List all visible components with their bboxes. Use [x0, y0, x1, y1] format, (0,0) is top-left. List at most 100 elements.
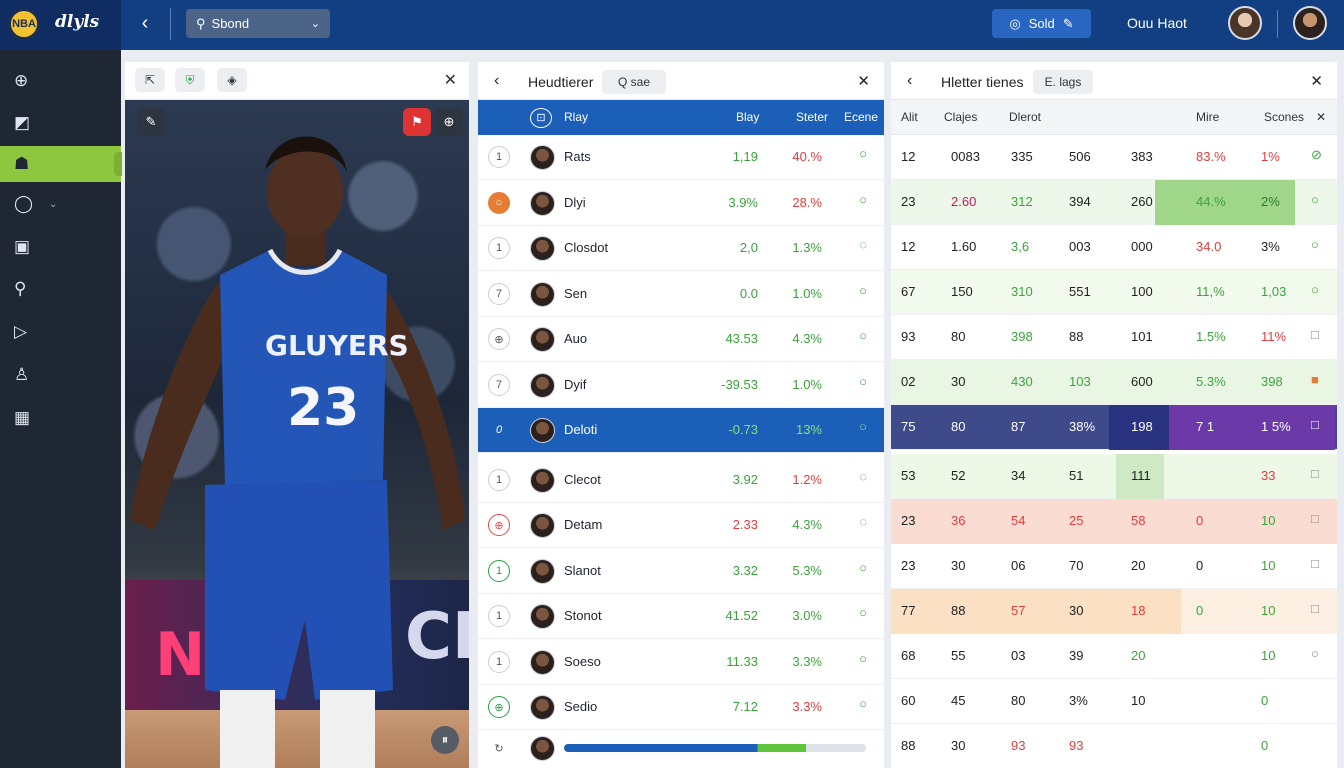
table-row[interactable]: 23 36 54 25 58 0 10 □ [891, 499, 1337, 544]
pause-button[interactable]: ⏸ [431, 726, 459, 754]
flag-icon: ⚑ [411, 114, 423, 129]
table-row[interactable]: 60 45 80 3% 10 0 [891, 679, 1337, 724]
row-action-icon[interactable]: □ [1311, 601, 1319, 616]
column-header[interactable]: Clajes [944, 110, 977, 124]
flag-button[interactable]: ⚑ [403, 108, 431, 136]
table-row[interactable]: 23 30 06 70 20 0 10 □ [891, 544, 1337, 589]
stat-cell: 600 [1131, 374, 1153, 389]
status-icon[interactable]: ○ [859, 651, 867, 666]
chevron-left-icon[interactable]: ‹ [907, 72, 912, 90]
table-row[interactable]: 1 Slanot 3.32 5.3% ○ [478, 549, 884, 594]
table-row[interactable]: ⊕ Auo 43.53 4.3% ○ [478, 317, 884, 362]
chevron-left-icon[interactable]: ‹ [494, 72, 499, 90]
column-header-ecene[interactable]: Ecene [844, 110, 878, 124]
sidebar-item-play[interactable]: ▷ [0, 314, 121, 350]
row-action-icon[interactable]: ⊘ [1311, 147, 1322, 163]
table-row[interactable]: 7 Dyif -39.53 1.0% ○ [478, 363, 884, 408]
back-button[interactable]: ‹ [132, 10, 158, 36]
table-row[interactable]: 1 Stonot 41.52 3.0% ○ [478, 594, 884, 639]
table-row[interactable]: 12 0083 335 506 383 83.% 1% ⊘ [891, 135, 1337, 180]
search-dropdown[interactable]: ⚲ Sbond ⌄ [186, 9, 330, 38]
row-action-icon[interactable]: □ [1311, 417, 1319, 432]
column-header-player[interactable]: Rlay [564, 110, 588, 124]
status-icon[interactable]: ○ [859, 328, 867, 343]
status-icon[interactable]: ○ [859, 283, 867, 298]
column-header[interactable]: Alit [901, 110, 918, 124]
close-icon[interactable]: ✕ [444, 70, 457, 90]
table-row[interactable]: 93 80 398 88 101 1.5% 11% □ [891, 315, 1337, 360]
status-icon[interactable]: ◌ [859, 469, 867, 484]
column-header[interactable]: Mire [1196, 110, 1219, 124]
sidebar-item-search[interactable]: ⚲ [0, 271, 121, 307]
stat-cell: 003 [1069, 239, 1091, 254]
avatar[interactable] [1293, 6, 1327, 40]
avatar [530, 191, 555, 216]
table-row[interactable]: 67 150 310 551 100 11,% 1,03 ○ [891, 270, 1337, 315]
row-action-icon[interactable]: □ [1311, 466, 1319, 481]
column-header[interactable]: Scones [1264, 110, 1304, 124]
sidebar-item-plus-circle[interactable]: ⊕ [0, 63, 121, 99]
row-action-icon[interactable]: ○ [1311, 237, 1319, 252]
column-header[interactable]: Dlerot [1009, 110, 1041, 124]
status-icon[interactable]: ○ [859, 192, 867, 207]
pin-button[interactable]: ✎ [137, 108, 165, 136]
table-row[interactable]: 23 2.60 312 394 260 44.% 2% ○ [891, 180, 1337, 225]
sidebar-item-refresh[interactable]: ◯ ⌄ [0, 186, 121, 222]
column-header-steter[interactable]: Steter [796, 110, 828, 124]
avatar[interactable] [1228, 6, 1262, 40]
close-icon[interactable]: ✕ [1310, 72, 1323, 90]
sidebar-item-calendar[interactable]: ▣ [0, 229, 121, 265]
table-row[interactable]: 1 Closdot 2,0 1.3% ◌ [478, 226, 884, 271]
stat-cell: 70 [1069, 558, 1084, 573]
shield-button[interactable]: ⛨ [175, 68, 205, 92]
pin-icon: ✎ [145, 114, 157, 129]
table-row[interactable]: 0 Deloti -0.73 13% ○ [478, 408, 884, 453]
status-icon[interactable]: ○ [859, 419, 867, 434]
row-action-icon[interactable]: ○ [1311, 646, 1319, 661]
close-icon[interactable]: ✕ [857, 72, 870, 90]
table-row[interactable]: 12 1.60 3,6 003 000 34.0 3% ○ [891, 225, 1337, 270]
status-icon[interactable]: ◌ [859, 514, 867, 529]
table-row[interactable]: ↻ [478, 726, 884, 768]
table-row[interactable]: 53 52 34 51 111 33 □ [891, 454, 1337, 499]
table-row[interactable]: ○ Dlyi 3.9% 28.% ○ [478, 181, 884, 226]
sidebar-item-team[interactable]: ☗ [0, 146, 122, 182]
sidebar-item-edit[interactable]: ◩ [0, 105, 121, 141]
row-action-icon[interactable]: ■ [1311, 372, 1319, 387]
table-row[interactable]: 02 30 430 103 600 5.3% 398 ■ [891, 360, 1337, 405]
table-row[interactable]: ⊕ Sedio 7.12 3.3% ○ [478, 685, 884, 730]
sidebar-item-user[interactable]: ♙ [0, 357, 121, 393]
status-icon[interactable]: ○ [859, 374, 867, 389]
status-icon[interactable]: ○ [859, 560, 867, 575]
table-row[interactable]: 68 55 03 39 20 10 ○ [891, 634, 1337, 679]
row-action-icon[interactable]: ○ [1311, 192, 1319, 207]
row-action-icon[interactable]: ○ [1311, 282, 1319, 297]
table-row[interactable]: 1 Rats 1,19 40.% ○ [478, 135, 884, 180]
table-row[interactable]: 77 88 57 30 18 0 10 □ [891, 589, 1337, 634]
sidebar-item-grid[interactable]: ▦ [0, 400, 121, 436]
stat-cell: 11,% [1196, 284, 1225, 299]
status-icon[interactable]: ◌ [859, 237, 867, 252]
row-action-icon[interactable]: □ [1311, 556, 1319, 571]
stat-cell: 398 [1011, 329, 1033, 344]
badge-button[interactable]: ◈ [217, 68, 247, 92]
expand-button[interactable]: ⇱ [135, 68, 165, 92]
target-button[interactable]: ⊕ [435, 108, 463, 136]
column-header-blay[interactable]: Blay [736, 110, 759, 124]
table-row[interactable]: 1 Soeso 11.33 3.3% ○ [478, 640, 884, 685]
status-icon[interactable]: ○ [859, 696, 867, 711]
row-action-icon[interactable]: □ [1311, 327, 1319, 342]
stat-cell: 10 [1261, 648, 1276, 663]
table-row[interactable]: 88 30 93 93 0 [891, 724, 1337, 768]
close-icon[interactable]: ✕ [1316, 110, 1326, 124]
table-row[interactable]: ⊕ Detam 2.33 4.3% ◌ [478, 503, 884, 548]
row-action-icon[interactable]: □ [1311, 511, 1319, 526]
status-icon[interactable]: ○ [859, 146, 867, 161]
status-icon[interactable]: ○ [859, 605, 867, 620]
table-row[interactable]: 1 Clecot 3.92 1.2% ◌ [478, 458, 884, 503]
panel-tag[interactable]: Q sae [602, 70, 666, 94]
panel-tag[interactable]: E. lags [1033, 70, 1093, 94]
table-row[interactable]: 75 80 87 38% 198 7 1 1 5% □ [891, 405, 1337, 450]
table-row[interactable]: 7 Sen 0.0 1.0% ○ [478, 272, 884, 317]
sold-button[interactable]: ◎ Sold ✎ [992, 9, 1091, 38]
